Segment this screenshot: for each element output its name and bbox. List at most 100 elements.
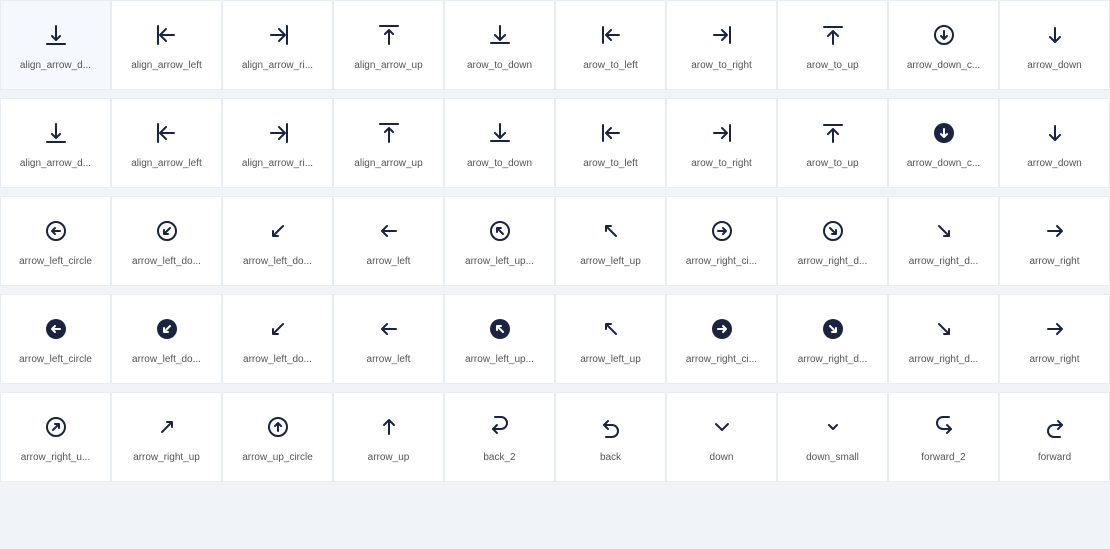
icon-cell-arow_to_left[interactable]: arow_to_left	[555, 0, 666, 90]
icon-symbol-arrow_right_d2	[932, 215, 956, 247]
icon-label-arrow_right_d3: arrow_right_d...	[798, 353, 867, 366]
icon-cell-arow_to_left2[interactable]: arow_to_left	[555, 98, 666, 188]
icon-cell-arrow_left_up3[interactable]: arrow_left_up...	[444, 294, 555, 384]
icon-symbol-arow_to_down2	[488, 117, 512, 149]
icon-symbol-align_arrow_ri	[266, 19, 290, 51]
icon-cell-down[interactable]: down	[666, 392, 777, 482]
icon-cell-back[interactable]: back	[555, 392, 666, 482]
icon-symbol-arow_to_up	[821, 19, 845, 51]
icon-cell-arrow_left_dow[interactable]: arrow_left_do...	[111, 196, 222, 286]
icon-cell-arrow_down2[interactable]: arrow_down	[999, 98, 1110, 188]
icon-cell-align_arrow_ri2[interactable]: align_arrow_ri...	[222, 98, 333, 188]
icon-label-arrow_down_c2: arrow_down_c...	[907, 157, 980, 170]
icon-cell-arow_to_down2[interactable]: arow_to_down	[444, 98, 555, 188]
icon-cell-arrow_up_circle[interactable]: arrow_up_circle	[222, 392, 333, 482]
icon-symbol-arrow_left	[377, 215, 401, 247]
icon-cell-arrow_right_up[interactable]: arrow_right_up	[111, 392, 222, 482]
icon-symbol-arow_to_down	[488, 19, 512, 51]
icon-cell-arrow_right_d[interactable]: arrow_right_d...	[777, 196, 888, 286]
icon-cell-align_arrow_left[interactable]: align_arrow_left	[111, 0, 222, 90]
icon-cell-arow_to_up[interactable]: arow_to_up	[777, 0, 888, 90]
icon-cell-arrow_left_dow3[interactable]: arrow_left_do...	[111, 294, 222, 384]
icon-cell-align_arrow_up2[interactable]: align_arrow_up	[333, 98, 444, 188]
icon-cell-arrow_left_up4[interactable]: arrow_left_up	[555, 294, 666, 384]
icon-symbol-arrow_left_up3	[488, 313, 512, 345]
icon-symbol-arrow_right_ci	[710, 215, 734, 247]
icon-cell-align_arrow_up[interactable]: align_arrow_up	[333, 0, 444, 90]
icon-cell-arrow_left_dow2[interactable]: arrow_left_do...	[222, 196, 333, 286]
icon-cell-arrow_right_d3[interactable]: arrow_right_d...	[777, 294, 888, 384]
icon-symbol-arrow_left2	[377, 313, 401, 345]
icon-label-arrow_right_u: arrow_right_u...	[21, 451, 90, 464]
icon-label-arow_to_down: arow_to_down	[467, 59, 532, 72]
icon-cell-arrow_left2[interactable]: arrow_left	[333, 294, 444, 384]
icon-symbol-back	[599, 411, 623, 443]
icon-label-align_arrow_d2: align_arrow_d...	[20, 157, 91, 170]
icon-label-arrow_left_dow2: arrow_left_do...	[243, 255, 312, 268]
icon-label-align_arrow_d: align_arrow_d...	[20, 59, 91, 72]
icon-cell-forward_2[interactable]: forward_2	[888, 392, 999, 482]
icon-cell-arrow_left_circle2[interactable]: arrow_left_circle	[0, 294, 111, 384]
icon-label-arrow_right_d: arrow_right_d...	[798, 255, 867, 268]
row-divider-4	[0, 384, 1110, 392]
icon-cell-align_arrow_ri[interactable]: align_arrow_ri...	[222, 0, 333, 90]
icon-symbol-arrow_down2	[1043, 117, 1067, 149]
icon-cell-arrow_right_ci2[interactable]: arrow_right_ci...	[666, 294, 777, 384]
icon-label-align_arrow_up2: align_arrow_up	[354, 157, 422, 170]
icon-symbol-arrow_right_d4	[932, 313, 956, 345]
icon-symbol-align_arrow_up	[377, 19, 401, 51]
icon-label-arrow_left_circle: arrow_left_circle	[19, 255, 92, 268]
icon-symbol-arow_to_left2	[599, 117, 623, 149]
icon-label-arrow_left_dow4: arrow_left_do...	[243, 353, 312, 366]
icon-symbol-arrow_right_d	[821, 215, 845, 247]
icon-cell-arrow_right_u[interactable]: arrow_right_u...	[0, 392, 111, 482]
icon-label-back: back	[600, 451, 621, 464]
icon-cell-down_small[interactable]: down_small	[777, 392, 888, 482]
icon-label-back_2: back_2	[483, 451, 515, 464]
icon-label-arow_to_right2: arow_to_right	[691, 157, 752, 170]
icon-cell-arrow_left_up2[interactable]: arrow_left_up	[555, 196, 666, 286]
icon-label-forward_2: forward_2	[921, 451, 965, 464]
icon-symbol-arrow_down	[1043, 19, 1067, 51]
icon-cell-arrow_left_up[interactable]: arrow_left_up...	[444, 196, 555, 286]
icon-cell-arow_to_right2[interactable]: arow_to_right	[666, 98, 777, 188]
icon-symbol-arrow_left_dow2	[266, 215, 290, 247]
icon-cell-align_arrow_d[interactable]: align_arrow_d...	[0, 0, 111, 90]
icon-symbol-arrow_left_circle	[44, 215, 68, 247]
icon-grid: align_arrow_d...align_arrow_leftalign_ar…	[0, 0, 1110, 482]
icon-cell-arrow_left_circle[interactable]: arrow_left_circle	[0, 196, 111, 286]
row-divider-2	[0, 188, 1110, 196]
icon-symbol-arrow_down_c	[932, 19, 956, 51]
icon-label-arrow_left_up2: arrow_left_up	[580, 255, 641, 268]
icon-label-align_arrow_ri2: align_arrow_ri...	[242, 157, 313, 170]
icon-label-arrow_left_circle2: arrow_left_circle	[19, 353, 92, 366]
icon-cell-arrow_right_ci[interactable]: arrow_right_ci...	[666, 196, 777, 286]
icon-symbol-arrow_right_ci2	[710, 313, 734, 345]
icon-cell-arrow_right_d4[interactable]: arrow_right_d...	[888, 294, 999, 384]
icon-cell-forward[interactable]: forward	[999, 392, 1110, 482]
icon-label-arrow_right_up: arrow_right_up	[133, 451, 200, 464]
icon-cell-arrow_up[interactable]: arrow_up	[333, 392, 444, 482]
icon-cell-arow_to_down[interactable]: arow_to_down	[444, 0, 555, 90]
icon-cell-align_arrow_left2[interactable]: align_arrow_left	[111, 98, 222, 188]
icon-label-arrow_down: arrow_down	[1027, 59, 1081, 72]
icon-symbol-forward	[1043, 411, 1067, 443]
icon-cell-arrow_down_c2[interactable]: arrow_down_c...	[888, 98, 999, 188]
icon-symbol-arow_to_right	[710, 19, 734, 51]
icon-cell-arrow_right_d2[interactable]: arrow_right_d...	[888, 196, 999, 286]
icon-cell-arrow_down[interactable]: arrow_down	[999, 0, 1110, 90]
icon-symbol-arrow_down_c2	[932, 117, 956, 149]
icon-cell-arrow_down_c[interactable]: arrow_down_c...	[888, 0, 999, 90]
icon-cell-arow_to_up2[interactable]: arow_to_up	[777, 98, 888, 188]
icon-cell-arrow_left[interactable]: arrow_left	[333, 196, 444, 286]
icon-label-align_arrow_up: align_arrow_up	[354, 59, 422, 72]
icon-cell-align_arrow_d2[interactable]: align_arrow_d...	[0, 98, 111, 188]
icon-cell-back_2[interactable]: back_2	[444, 392, 555, 482]
icon-cell-arrow_left_dow4[interactable]: arrow_left_do...	[222, 294, 333, 384]
icon-cell-arow_to_right[interactable]: arow_to_right	[666, 0, 777, 90]
icon-label-arrow_down2: arrow_down	[1027, 157, 1081, 170]
icon-cell-arrow_right[interactable]: arrow_right	[999, 196, 1110, 286]
icon-cell-arrow_right2[interactable]: arrow_right	[999, 294, 1110, 384]
icon-label-align_arrow_ri: align_arrow_ri...	[242, 59, 313, 72]
icon-label-arrow_right_ci2: arrow_right_ci...	[686, 353, 757, 366]
